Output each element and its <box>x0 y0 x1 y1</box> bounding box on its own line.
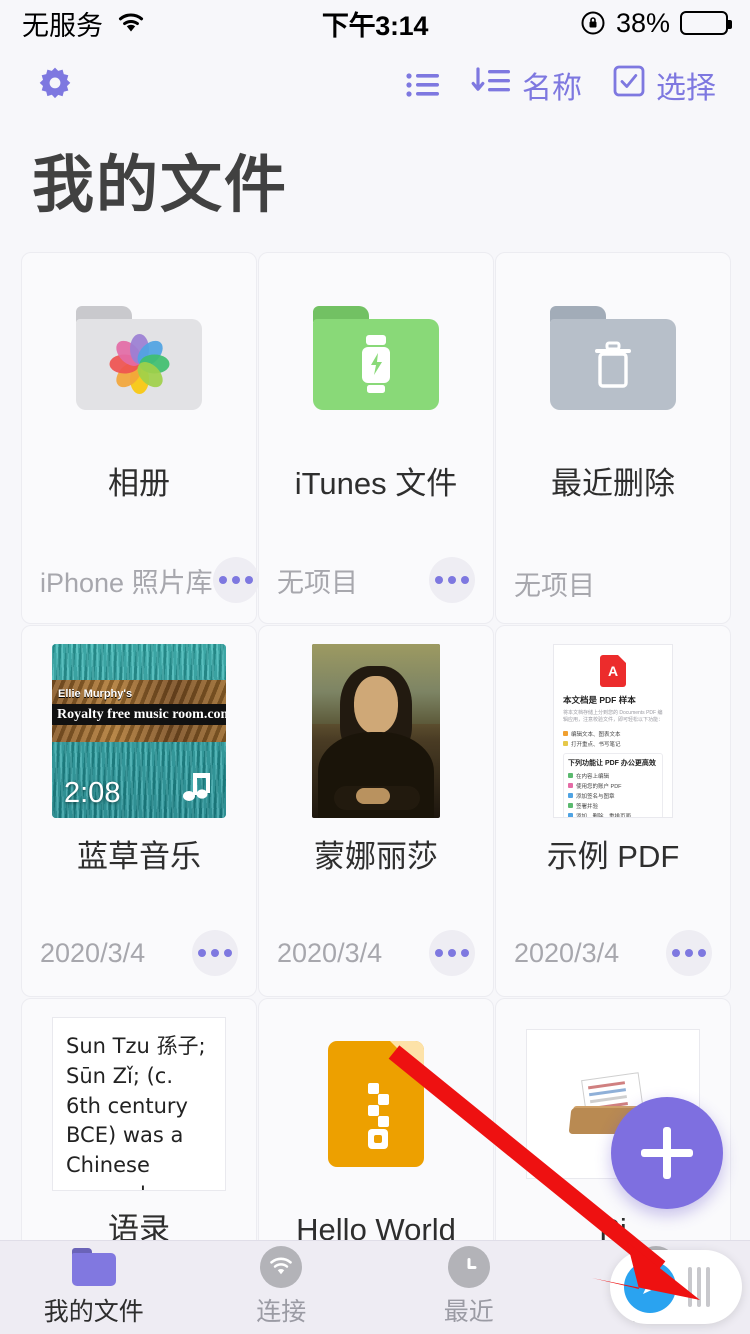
pdf-feature: 签署并验 <box>568 802 658 810</box>
more-options-button[interactable] <box>666 930 712 976</box>
card-footer: 2020/3/4 <box>22 930 256 976</box>
card-subtitle: 无项目 <box>514 571 595 601</box>
gear-icon[interactable] <box>34 64 76 106</box>
card-subtitle: 2020/3/4 <box>40 937 146 968</box>
card-footer: 2020/3/4 <box>496 930 730 976</box>
image-thumbnail <box>312 644 440 818</box>
top-toolbar: 名称 选择 <box>0 52 750 118</box>
card-thumbnail: A 本文档是 PDF 样本 将本文档存储上分到您的 Documents PDF … <box>496 636 730 826</box>
pdf-paragraph: 将本文档存储上分到您的 Documents PDF 编辑应用，注意校验文件，即可… <box>563 710 664 724</box>
pdf-feature: 使用您的账户 PDF <box>568 782 658 790</box>
card-title: 示例 PDF <box>546 839 680 874</box>
more-options-button[interactable] <box>429 557 475 603</box>
file-card-pdf[interactable]: A 本文档是 PDF 样本 将本文档存储上分到您的 Documents PDF … <box>495 625 731 997</box>
text-thumbnail: Sun Tzu 孫子; Sūn Zǐ; (c. 6th century BCE)… <box>52 1017 226 1191</box>
pdf-thumbnail: A 本文档是 PDF 样本 将本文档存储上分到您的 Documents PDF … <box>553 644 673 818</box>
thumb-banner-line1: Ellie Murphy's <box>58 688 133 700</box>
card-thumbnail: Ellie Murphy's Royalty free music room.c… <box>22 636 256 826</box>
card-footer: 无项目 <box>496 564 730 603</box>
more-options-button[interactable] <box>192 930 238 976</box>
card-title: 蓝草音乐 <box>77 839 201 874</box>
card-footer: 无项目 <box>259 557 493 603</box>
card-subtitle: iPhone 照片库 <box>40 567 213 598</box>
photos-folder-icon <box>76 306 202 410</box>
battery-icon <box>680 11 732 35</box>
pdf-bullet: 编辑文本、图表文本 <box>563 730 663 738</box>
tab-recent[interactable]: 最近 <box>375 1246 563 1328</box>
photos-flower-icon <box>109 333 169 394</box>
status-bar-right: 38% <box>580 7 732 39</box>
card-thumbnail <box>259 263 493 453</box>
tab-label: 我的文件 <box>43 1298 144 1326</box>
tab-my-files[interactable]: 我的文件 <box>0 1247 188 1328</box>
card-thumbnail <box>496 263 730 453</box>
card-title: 最近删除 <box>551 466 675 501</box>
folder-icon <box>71 1247 117 1287</box>
add-button[interactable] <box>611 1097 723 1209</box>
card-footer: 2020/3/4 <box>259 930 493 976</box>
sort-button[interactable]: 名称 <box>470 63 582 107</box>
card-thumbnail <box>259 1009 493 1199</box>
card-thumbnail <box>259 636 493 826</box>
checkbox-icon <box>612 64 646 106</box>
sort-label: 名称 <box>522 72 582 105</box>
safari-compass-icon[interactable] <box>624 1261 676 1313</box>
pdf-feature: 添加、删除、重排页面 <box>568 812 658 817</box>
pdf-feature: 在内容上编辑 <box>568 772 658 780</box>
pdf-feature-box: 下列功能让 PDF 办公更高效 在内容上编辑 使用您的账户 PDF 添加签名与图… <box>563 752 663 817</box>
trash-icon <box>592 341 634 389</box>
status-bar: 无服务 下午3:14 38% <box>0 0 750 46</box>
file-card-audio[interactable]: Ellie Murphy's Royalty free music room.c… <box>21 625 257 997</box>
page-title: 我的文件 <box>32 151 289 220</box>
music-note-icon <box>180 771 214 808</box>
card-title: 蒙娜丽莎 <box>314 839 438 874</box>
card-subtitle: 无项目 <box>277 567 358 598</box>
audio-duration: 2:08 <box>64 777 121 809</box>
pdf-feature: 添加签名与图章 <box>568 792 658 800</box>
file-card-itunes[interactable]: iTunes 文件 无项目 <box>258 252 494 624</box>
pdf-bullet: 打开重点、书写笔记 <box>563 740 663 748</box>
audio-thumbnail: Ellie Murphy's Royalty free music room.c… <box>52 644 226 818</box>
trash-folder-icon <box>550 306 676 410</box>
more-options-button[interactable] <box>212 557 259 603</box>
card-title: iTunes 文件 <box>294 466 458 501</box>
drag-grip-icon[interactable] <box>688 1267 710 1307</box>
thumb-banner-line2: Royalty free music room.com <box>52 704 226 725</box>
card-title: 相册 <box>108 466 170 501</box>
select-button[interactable]: 选择 <box>612 63 716 107</box>
usb-drive-icon <box>359 334 393 395</box>
card-thumbnail: Sun Tzu 孫子; Sūn Zǐ; (c. 6th century BCE)… <box>22 1009 256 1199</box>
battery-percent-label: 38% <box>615 7 670 38</box>
file-card-image[interactable]: 蒙娜丽莎 2020/3/4 <box>258 625 494 997</box>
clock-icon <box>446 1246 492 1288</box>
phone-screen: 无服务 下午3:14 38% 名称 选择 我的文件 相册 iPhone 照片库 … <box>0 0 750 1334</box>
toolbar-actions: 名称 选择 <box>406 63 716 107</box>
tab-bar: 我的文件 连接 最近 <box>0 1240 750 1334</box>
card-subtitle: 2020/3/4 <box>277 937 383 968</box>
rotation-lock-icon <box>580 10 606 36</box>
pdf-section-title: 下列功能让 PDF 办公更高效 <box>568 759 656 767</box>
pdf-file-icon: A <box>600 655 626 687</box>
wifi-icon <box>258 1246 304 1288</box>
list-view-icon[interactable] <box>406 70 440 100</box>
file-card-recently-deleted[interactable]: 最近删除 无项目 <box>495 252 731 624</box>
card-subtitle: 2020/3/4 <box>514 937 620 968</box>
card-footer: iPhone 照片库 <box>22 557 259 603</box>
tab-label: 最近 <box>443 1298 494 1326</box>
zip-file-icon <box>328 1041 424 1167</box>
tab-label: 连接 <box>256 1298 307 1326</box>
itunes-folder-icon <box>313 306 439 410</box>
tab-connect[interactable]: 连接 <box>188 1246 376 1328</box>
file-card-photos[interactable]: 相册 iPhone 照片库 <box>21 252 259 624</box>
safari-floating-widget[interactable] <box>610 1250 742 1324</box>
card-thumbnail <box>22 263 256 453</box>
pdf-heading: 本文档是 PDF 样本 <box>563 695 636 705</box>
more-options-button[interactable] <box>429 930 475 976</box>
select-label: 选择 <box>656 72 716 105</box>
sort-descending-icon <box>470 66 512 104</box>
